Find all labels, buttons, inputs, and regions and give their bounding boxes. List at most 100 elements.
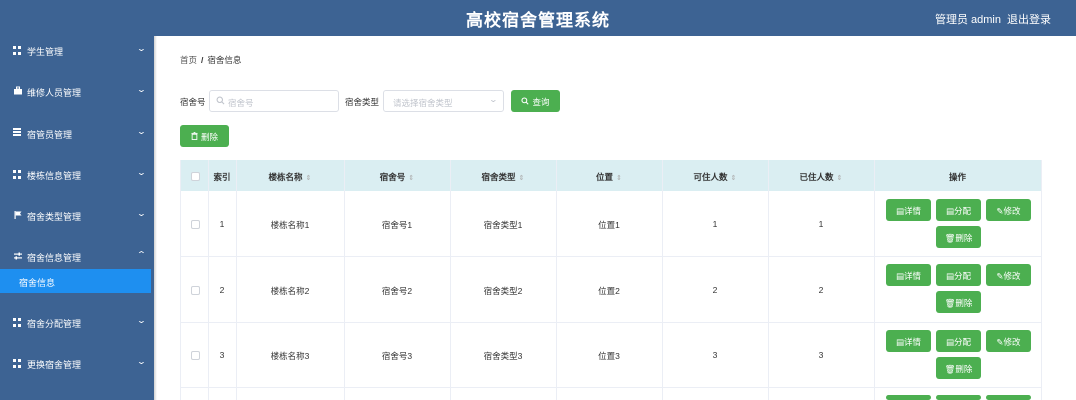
trash-icon: 🗑 — [944, 233, 956, 243]
assign-button[interactable]: ▤分配 — [936, 330, 981, 352]
document-icon: ▤ — [895, 206, 904, 216]
cell-room: 宿舍号2 — [381, 286, 413, 296]
select-all-checkbox[interactable] — [191, 172, 200, 181]
dorm-type-label: 宿舍类型 — [345, 97, 380, 107]
cell-type: 宿舍类型3 — [483, 351, 523, 361]
sidebar-item-buildings[interactable]: 楼栋信息管理 ⌄ — [0, 162, 154, 186]
sort-icon[interactable]: ⇕ — [837, 175, 843, 182]
detail-button[interactable]: ▤详情 — [886, 330, 931, 352]
breadcrumb-home[interactable]: 首页 — [180, 55, 197, 65]
sidebar-item-students[interactable]: 学生管理 ⌄ — [0, 38, 154, 62]
chevron-down-icon: ⌄ — [488, 95, 499, 104]
sidebar-item-label: 宿舍分配管理 — [27, 319, 82, 329]
cell-capacity: 1 — [712, 219, 718, 229]
chevron-down-icon: ⌄ — [136, 316, 147, 325]
current-user[interactable]: 管理员 admin — [935, 11, 1001, 27]
dorm-type-select[interactable]: 请选择宿舍类型 ⌄ — [383, 90, 504, 112]
edit-button[interactable]: ✎修改 — [986, 330, 1031, 352]
sidebar-item-label: 宿管员管理 — [27, 130, 73, 140]
room-number-input[interactable]: 宿舍号 — [209, 90, 339, 112]
detail-button[interactable]: ▤详情 — [886, 264, 931, 286]
breadcrumb-current: 宿舍信息 — [207, 55, 242, 65]
header-room[interactable]: 宿舍号 ⇕ — [344, 160, 450, 191]
dorm-type-placeholder: 请选择宿舍类型 — [393, 98, 453, 108]
top-bar: 高校宿舍管理系统 管理员 admin 退出登录 — [0, 0, 1076, 36]
sidebar-subitem-dorm-info[interactable]: 宿舍信息 — [0, 269, 151, 293]
sidebar-item-label: 宿舍类型管理 — [27, 212, 82, 222]
grid-icon — [13, 169, 23, 179]
row-checkbox[interactable] — [191, 351, 200, 360]
column-divider — [344, 160, 345, 400]
breadcrumb: 首页 / 宿舍信息 — [180, 54, 241, 66]
row-divider — [181, 322, 1041, 323]
document-icon: ▤ — [895, 337, 904, 347]
assign-button[interactable]: ▤分配 — [936, 199, 981, 221]
detail-button[interactable] — [886, 395, 931, 400]
header-type[interactable]: 宿舍类型 ⇕ — [450, 160, 556, 191]
detail-button[interactable]: ▤详情 — [886, 199, 931, 221]
column-divider — [556, 160, 557, 400]
assign-button[interactable]: ▤分配 — [936, 264, 981, 286]
header-actions: 操作 — [948, 172, 966, 182]
cell-type: 宿舍类型2 — [483, 286, 523, 296]
assign-button[interactable] — [936, 395, 981, 400]
edit-button[interactable]: ✎修改 — [986, 199, 1031, 221]
trash-icon: 🗑 — [944, 364, 956, 374]
batch-delete-label: 删除 — [200, 132, 218, 142]
row-checkbox[interactable] — [191, 220, 200, 229]
row-divider — [181, 256, 1041, 257]
delete-button[interactable]: 🗑删除 — [936, 226, 981, 248]
delete-button[interactable]: 🗑删除 — [936, 291, 981, 313]
sidebar-item-dorm-managers[interactable]: 宿管员管理 ⌄ — [0, 121, 154, 145]
sort-icon[interactable]: ⇕ — [306, 175, 312, 182]
chevron-up-icon: ⌃ — [136, 250, 147, 259]
batch-delete-button[interactable]: 删除 — [180, 125, 229, 147]
room-number-label: 宿舍号 — [180, 97, 206, 107]
delete-button[interactable]: 🗑删除 — [936, 357, 981, 379]
breadcrumb-separator: / — [201, 55, 204, 65]
cell-type: 宿舍类型1 — [483, 220, 523, 230]
sidebar-item-label: 维修人员管理 — [27, 88, 82, 98]
sort-icon[interactable]: ⇕ — [616, 175, 622, 182]
pencil-icon: ✎ — [996, 271, 1004, 281]
column-divider — [874, 160, 875, 400]
trash-icon — [191, 132, 198, 142]
cell-room: 宿舍号1 — [381, 220, 413, 230]
sort-icon[interactable]: ⇕ — [408, 175, 414, 182]
pencil-icon: ✎ — [996, 337, 1004, 347]
sidebar-item-dorm-types[interactable]: 宿舍类型管理 ⌄ — [0, 203, 154, 227]
header-index: 索引 — [213, 172, 231, 182]
cell-location: 位置3 — [598, 351, 620, 361]
column-divider — [662, 160, 663, 400]
dorm-table: 索引 楼栋名称 ⇕ 宿舍号 ⇕ 宿舍类型 ⇕ 位置 ⇕ 可住人数 ⇕ 已住人数 ⇕ 操作 1… — [180, 160, 1042, 400]
row-checkbox[interactable] — [191, 286, 200, 295]
sidebar-item-dorm-info[interactable]: 宿舍信息管理 ⌃ — [0, 244, 154, 268]
edit-button[interactable]: ✎修改 — [986, 264, 1031, 286]
edit-button[interactable] — [986, 395, 1031, 400]
sidebar-shadow — [154, 36, 157, 400]
sidebar-item-label: 学生管理 — [27, 47, 64, 57]
sidebar-item-dorm-change[interactable]: 更换宿舍管理 ⌄ — [0, 351, 154, 375]
chevron-down-icon: ⌄ — [136, 44, 147, 53]
sidebar-item-dorm-assign[interactable]: 宿舍分配管理 ⌄ — [0, 310, 154, 334]
flag-icon — [13, 210, 23, 220]
query-button[interactable]: 查询 — [511, 90, 560, 112]
cell-index: 2 — [219, 285, 225, 295]
document-icon: ▤ — [945, 271, 954, 281]
query-button-label: 查询 — [532, 97, 550, 107]
sidebar-item-maintenance[interactable]: 维修人员管理 ⌄ — [0, 79, 154, 103]
column-divider — [450, 160, 451, 400]
logout-link[interactable]: 退出登录 — [1007, 11, 1051, 27]
header-capacity[interactable]: 可住人数 ⇕ — [662, 160, 768, 191]
document-icon: ▤ — [945, 337, 954, 347]
sort-icon[interactable]: ⇕ — [731, 175, 737, 182]
cell-capacity: 3 — [712, 350, 718, 360]
header-building[interactable]: 楼栋名称 ⇕ — [236, 160, 344, 191]
header-location[interactable]: 位置 ⇕ — [556, 160, 662, 191]
cell-location: 位置2 — [598, 286, 620, 296]
column-divider — [208, 160, 209, 400]
sort-icon[interactable]: ⇕ — [519, 175, 525, 182]
cell-location: 位置1 — [598, 220, 620, 230]
header-occupied[interactable]: 已住人数 ⇕ — [768, 160, 874, 191]
list-icon — [13, 128, 23, 138]
